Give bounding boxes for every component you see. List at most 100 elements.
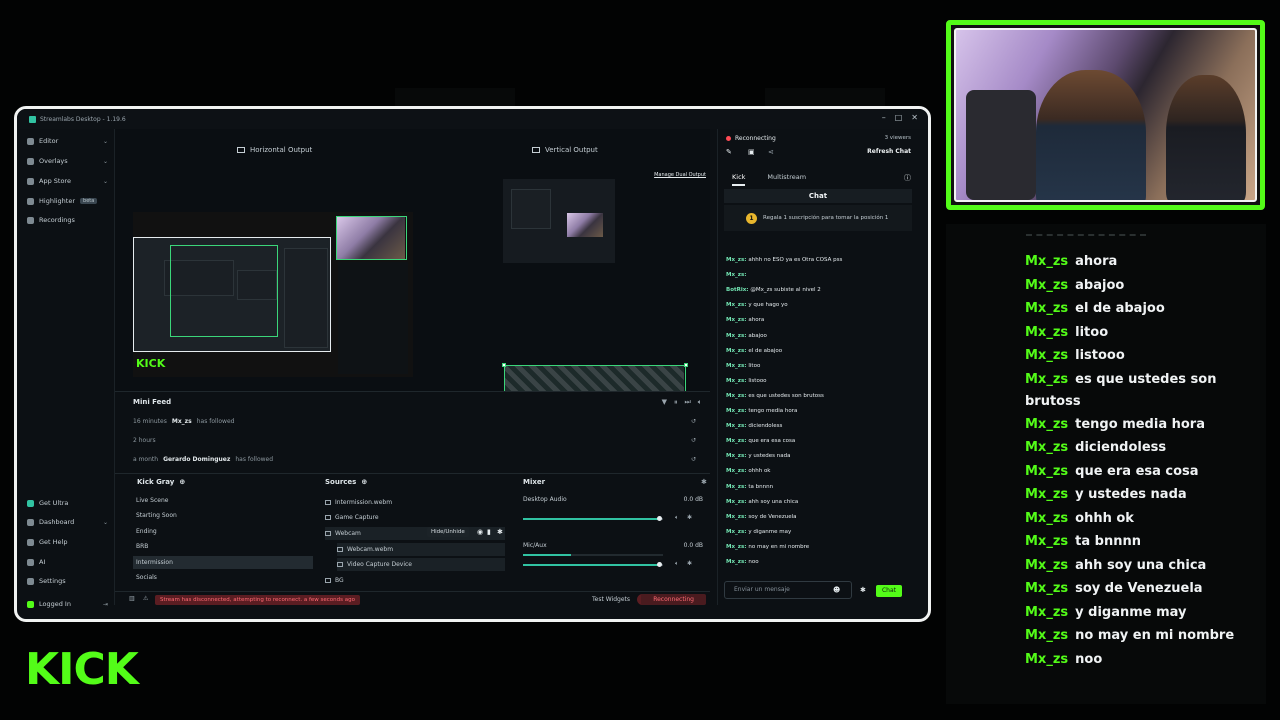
gear-icon[interactable]: ✱ (687, 514, 692, 521)
chat-username[interactable]: Mx_zs (726, 348, 744, 354)
scene-item[interactable]: Starting Soon (133, 509, 313, 522)
vertical-canvas-top[interactable] (503, 179, 615, 263)
stats-icon[interactable]: ▥ (129, 595, 135, 602)
speaker-icon[interactable]: 🔈︎ (675, 560, 679, 568)
chat-username[interactable]: Mx_zs (726, 559, 744, 565)
filter-icon[interactable]: ▼ (662, 398, 667, 407)
mute-icon[interactable]: 🔈︎ (698, 398, 702, 407)
sidebar-item-overlays[interactable]: Overlays ⌄ (27, 157, 111, 165)
share-icon[interactable]: ⋖ (768, 148, 774, 156)
chat-username[interactable]: Mx_zs (726, 378, 744, 384)
source-item[interactable]: Video Capture Device (337, 558, 505, 571)
emoji-icon[interactable]: ☻ (833, 586, 840, 594)
chat-username[interactable]: Mx_zs (726, 484, 744, 490)
edit-icon[interactable]: ✎ (726, 148, 732, 156)
skip-icon[interactable]: ⏭ (684, 398, 690, 407)
maximize-button[interactable]: □ (895, 113, 903, 122)
overlay-chat-username: Mx_zs (1025, 371, 1069, 387)
mixer-settings-icon[interactable]: ✱ (701, 478, 707, 486)
sidebar-item-recordings[interactable]: Recordings (27, 216, 111, 224)
chat-username[interactable]: Mx_zs (726, 468, 744, 474)
chat-username[interactable]: Mx_zs (726, 363, 744, 369)
overlay-chat-message: Mx_zs que era esa cosa (1025, 461, 1265, 483)
dashboard-icon (27, 518, 34, 526)
gear-icon[interactable]: ✱ (860, 586, 866, 594)
trash-icon[interactable]: ▮ (487, 528, 491, 536)
tab-kick[interactable]: Kick (732, 173, 746, 186)
chat-username[interactable]: Mx_zs (726, 257, 744, 263)
chat-username[interactable]: Mx_zs (726, 544, 744, 550)
volume-slider[interactable] (523, 562, 663, 567)
mixer-channel-mic: Mic/Aux 0.0 dB 🔈︎ ✱ (523, 542, 703, 567)
sidebar-item-app-store[interactable]: App Store ⌄ (27, 177, 111, 185)
gear-icon[interactable]: ✱ (687, 560, 692, 567)
scene-item[interactable]: Ending (133, 525, 313, 538)
sidebar-item-editor[interactable]: Editor ⌄ (27, 137, 111, 145)
warning-icon[interactable]: ⚠ (143, 595, 148, 602)
scene-item[interactable]: Live Scene (133, 494, 313, 507)
chat-username[interactable]: Mx_zs (726, 302, 744, 308)
test-widgets-button[interactable]: Test Widgets (592, 596, 630, 603)
nested-preview (284, 248, 328, 348)
sidebar-item-ai[interactable]: AI (27, 558, 111, 566)
resize-handle[interactable] (502, 363, 506, 367)
selection-box[interactable] (336, 216, 407, 260)
horizontal-canvas[interactable]: KICK (133, 212, 413, 377)
sidebar-item-get-ultra[interactable]: Get Ultra (27, 499, 111, 507)
gear-icon[interactable]: ✱ (497, 528, 503, 536)
chat-username[interactable]: Mx_zs (726, 423, 744, 429)
chat-username[interactable]: Mx_zs (726, 514, 744, 520)
add-source-icon[interactable]: ⊕ (361, 478, 367, 486)
pinned-gift-banner[interactable]: 1 Regala 1 suscripción para tomar la pos… (724, 205, 912, 231)
sidebar-item-highlighter[interactable]: Highlighter beta (27, 197, 111, 205)
scene-item[interactable]: BRB (133, 540, 313, 553)
chat-username[interactable]: Mx_zs (726, 317, 744, 323)
volume-slider[interactable] (523, 516, 663, 521)
replay-icon[interactable]: ↺ (691, 418, 696, 425)
send-chat-button[interactable]: Chat (876, 585, 902, 597)
sidebar-item-settings[interactable]: Settings (27, 577, 111, 585)
horizontal-output-label: Horizontal Output (237, 146, 312, 154)
volume-knob[interactable] (657, 516, 663, 521)
source-item[interactable]: BG (325, 574, 505, 587)
minimize-button[interactable]: – (882, 113, 886, 122)
chat-username[interactable]: Mx_zs (726, 333, 744, 339)
chat-username[interactable]: Mx_zs (726, 438, 744, 444)
chat-username[interactable]: Mx_zs (726, 393, 744, 399)
scene-item-active[interactable]: Intermission (133, 556, 313, 569)
connection-status: Reconnecting (726, 135, 776, 142)
logout-icon[interactable]: ⇥ (103, 601, 108, 608)
close-button[interactable]: ✕ (911, 113, 918, 122)
chat-username[interactable]: Mx_zs (726, 529, 744, 535)
scene-item[interactable]: Socials (133, 571, 313, 584)
replay-icon[interactable]: ↺ (691, 456, 696, 463)
chat-username[interactable]: Mx_zs (726, 272, 744, 278)
info-icon[interactable]: ⓘ (904, 173, 911, 183)
resize-handle[interactable] (684, 363, 688, 367)
sidebar-item-dashboard[interactable]: Dashboard ⌄ (27, 518, 111, 526)
tab-multistream[interactable]: Multistream (767, 173, 806, 186)
chat-message: Mx_zs: no may en mi nombre (726, 544, 809, 550)
source-item[interactable]: Game Capture (325, 511, 505, 524)
add-scene-icon[interactable]: ⊕ (179, 478, 185, 486)
chat-header: Chat (724, 189, 912, 203)
eye-icon[interactable]: ◉ (477, 528, 483, 536)
popout-icon[interactable]: ▣ (748, 148, 755, 156)
reconnecting-button[interactable]: Reconnecting (641, 594, 706, 605)
chat-text: diciendoless (748, 423, 783, 430)
sidebar-item-get-help[interactable]: Get Help (27, 538, 111, 546)
pause-icon[interactable]: ⏸ (674, 398, 678, 407)
sidebar-item-logged-in[interactable]: Logged In ⇥ (27, 600, 111, 608)
source-item[interactable]: Intermission.webm (325, 496, 505, 509)
manage-dual-output-link[interactable]: Manage Dual Output (654, 172, 706, 178)
speaker-icon[interactable]: 🔈︎ (675, 514, 679, 522)
selection-box[interactable] (170, 245, 278, 337)
chat-username[interactable]: Mx_zs (726, 453, 744, 459)
volume-knob[interactable] (657, 562, 663, 567)
replay-icon[interactable]: ↺ (691, 437, 696, 444)
chat-username[interactable]: Mx_zs (726, 408, 744, 414)
chat-username[interactable]: Mx_zs (726, 499, 744, 505)
chat-username[interactable]: BotRix (726, 287, 746, 293)
source-item[interactable]: Webcam.webm (337, 543, 505, 556)
refresh-chat-button[interactable]: Refresh Chat (867, 148, 911, 155)
